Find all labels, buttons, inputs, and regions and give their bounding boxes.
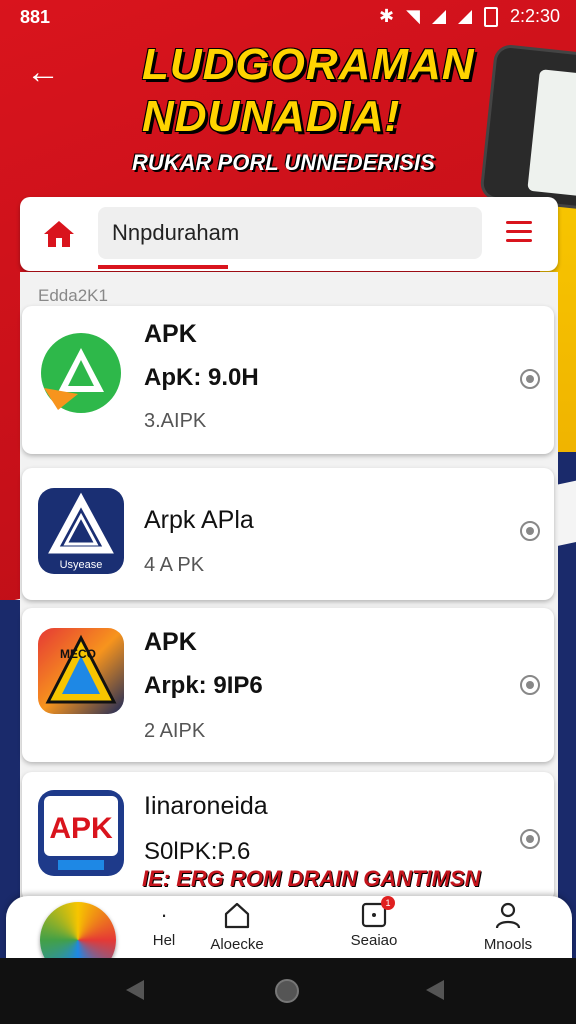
app-meta: 4 A PK: [144, 554, 205, 576]
home-outline-icon: [224, 902, 250, 929]
bluetooth-icon: ✱: [379, 6, 395, 26]
app-icon-green: [41, 333, 121, 413]
status-bar: 881 ✱ ◥ 2:2:30: [0, 0, 576, 36]
app-name: Iinaroneida: [144, 792, 268, 820]
signal-icon-2: [457, 9, 472, 24]
select-radio[interactable]: [520, 521, 540, 541]
phone-illustration: [482, 46, 576, 208]
app-icon-text: MECO: [60, 647, 96, 661]
app-card-3[interactable]: MECO APK Arpk: 9IP6 2 AIPK: [22, 608, 554, 762]
back-triangle-icon[interactable]: [124, 978, 146, 1002]
nav-item-hel[interactable]: · Hel: [144, 900, 184, 949]
app-version: Arpk: 9IP6: [144, 672, 263, 699]
app-name: APK: [144, 320, 197, 348]
profile-icon: [495, 902, 521, 929]
banner-subtitle: RUKAR PORL UNNEDERISIS: [132, 150, 435, 175]
nav-label: Aloecke: [210, 936, 264, 953]
nav-item-seaiao[interactable]: 1 Seaiao: [342, 896, 406, 949]
app-meta: 2 AIPK: [144, 720, 206, 742]
app-icon-blue: APK: [38, 790, 124, 876]
app-meta: 3.AIPK: [144, 410, 207, 432]
app-card-2[interactable]: Usyease Arpk APla 4 A PK: [22, 468, 554, 600]
notification-icon: 1: [359, 896, 395, 930]
select-radio[interactable]: [520, 675, 540, 695]
nav-item-mnools[interactable]: Mnools: [476, 900, 540, 953]
status-time-left: 881: [20, 7, 51, 27]
section-label: Edda2K1: [38, 286, 108, 305]
back-arrow-icon[interactable]: ←: [26, 52, 66, 92]
nav-label: Mnools: [483, 936, 533, 953]
home-icon[interactable]: [42, 217, 76, 251]
status-icons: ✱ ◥ 2:2:30: [379, 6, 560, 27]
nav-label: Seaiao: [350, 932, 398, 949]
search-bar: [20, 197, 558, 271]
home-circle-icon[interactable]: [274, 978, 300, 1004]
star-icon: ·: [160, 902, 168, 927]
banner-title-line1: LUDGORAMAN: [142, 40, 475, 89]
signal-icon: [431, 9, 446, 24]
battery-icon: [483, 6, 498, 27]
app-name: Arpk APla: [144, 506, 254, 534]
nav-label: Hel: [152, 932, 176, 949]
search-active-indicator: [98, 265, 228, 269]
menu-icon[interactable]: [506, 221, 532, 247]
app-icon-orange: MECO: [38, 628, 124, 714]
app-version: S0lPK:P.6: [144, 838, 251, 865]
promo-banner-text: IE: ERG ROM DRAIN GANTIMSN: [142, 866, 481, 891]
search-input[interactable]: [98, 207, 482, 259]
app-name: APK: [144, 628, 197, 656]
wifi-icon: ◥: [406, 6, 420, 26]
select-radio[interactable]: [520, 829, 540, 849]
banner-title-line2: NDUNADIA!: [142, 92, 401, 141]
app-card-1[interactable]: APK ApK: 9.0H 3.AIPK: [22, 306, 554, 454]
nav-item-aloecke[interactable]: Aloecke: [202, 900, 272, 953]
system-nav-bar: [0, 958, 576, 1024]
app-icon-text: APK: [49, 812, 113, 845]
app-icon-text: Usyease: [60, 559, 103, 571]
app-version: ApK: 9.0H: [144, 364, 259, 391]
app-icon-navy: Usyease: [38, 488, 124, 574]
notification-badge: 1: [381, 896, 395, 910]
recents-icon[interactable]: [424, 978, 446, 1002]
select-radio[interactable]: [520, 369, 540, 389]
status-time-right: 2:2:30: [509, 6, 560, 26]
